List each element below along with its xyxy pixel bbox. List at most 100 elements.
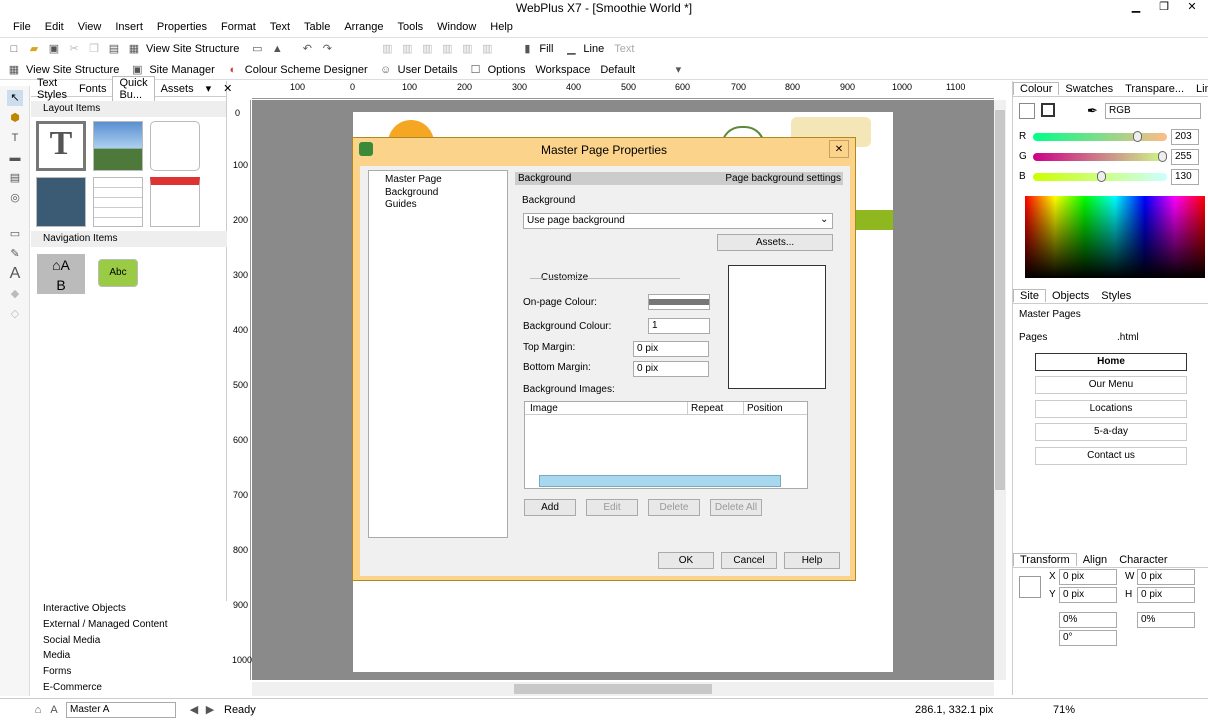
prev-page-icon[interactable]: ◀ [186,702,202,718]
artistic-text-icon[interactable]: A [7,266,23,282]
table-tool-icon[interactable]: ▤ [7,170,23,186]
horizontal-scrollbar[interactable] [252,682,994,696]
close-icon[interactable]: ✕ [217,82,238,95]
table-h-scrollbar[interactable] [539,475,781,487]
menu-tools[interactable]: Tools [390,21,430,33]
minimize-button[interactable]: ▁ [1126,0,1146,13]
tab-line[interactable]: Line [1190,83,1208,95]
colour-scheme-button[interactable]: Colour Scheme Designer [245,64,368,76]
background-select[interactable]: Use page background [523,213,833,229]
tab-character[interactable]: Character [1113,554,1173,566]
tab-objects[interactable]: Objects [1046,290,1095,302]
green-slider-knob[interactable] [1158,151,1167,162]
red-slider[interactable] [1033,131,1167,142]
menu-arrange[interactable]: Arrange [337,21,390,33]
cancel-button[interactable]: Cancel [721,552,777,569]
site-manager-button[interactable]: Site Manager [149,64,214,76]
text-icon[interactable]: A [46,702,62,718]
edit-button[interactable]: Edit [586,499,638,516]
align-icon[interactable]: ▥ [399,41,415,57]
picture-thumb[interactable] [93,121,143,171]
cut-icon[interactable]: ✂ [66,41,82,57]
tree-background[interactable]: Background [385,187,507,200]
fill-tool-icon[interactable]: ◆ [7,286,23,302]
category-interactive-objects[interactable]: Interactive Objects [31,601,227,617]
menu-format[interactable]: Format [214,21,263,33]
text-button[interactable]: Text [614,43,634,55]
navbar-thumb[interactable]: ⌂A B [37,254,85,294]
crop-tool-icon[interactable]: ◇ [7,306,23,322]
workspace-select[interactable]: Default [600,64,660,76]
column-repeat[interactable]: Repeat [687,402,723,415]
y-field[interactable]: 0 pix [1059,587,1117,603]
rotate-field[interactable]: 0° [1059,630,1117,646]
text-frame-thumb[interactable]: T [36,121,86,171]
menu-file[interactable]: File [6,21,38,33]
menu-window[interactable]: Window [430,21,483,33]
nav-button-thumb[interactable]: Abc [98,259,138,287]
table-thumb[interactable] [93,177,143,227]
line-swatch-icon[interactable] [1041,103,1055,117]
chevron-down-icon[interactable]: ⌄ [820,214,828,225]
category-external-content[interactable]: External / Managed Content [31,617,227,633]
menu-properties[interactable]: Properties [150,21,214,33]
tab-fonts[interactable]: Fonts [73,83,113,95]
navigation-items-header[interactable]: Navigation Items [31,231,227,247]
shape-icon[interactable]: ▭ [7,226,23,242]
menu-insert[interactable]: Insert [108,21,150,33]
delete-all-button[interactable]: Delete All [710,499,762,516]
help-button[interactable]: Help [784,552,840,569]
fill-swatch-icon[interactable] [1019,103,1035,119]
tree-guides[interactable]: Guides [385,199,507,212]
blue-slider[interactable] [1033,171,1167,182]
colour-spectrum[interactable] [1025,196,1205,278]
category-media[interactable]: Media [31,648,227,664]
layout-items-header[interactable]: Layout Items [31,101,226,117]
page-home[interactable]: Home [1035,353,1187,371]
home-icon[interactable]: ⌂ [30,702,46,718]
tab-transparency[interactable]: Transpare... [1119,83,1190,95]
node-icon[interactable]: ⬢ [7,110,23,126]
page-locations[interactable]: Locations [1035,400,1187,418]
category-forms[interactable]: Forms [31,664,227,680]
copy-icon[interactable]: ❐ [86,41,102,57]
text-frame-icon[interactable]: T [7,130,23,146]
table-icon[interactable]: ▥ [459,41,475,57]
group-icon[interactable]: ▥ [419,41,435,57]
bottom-margin-field[interactable]: 0 pix [633,361,709,377]
top-margin-field[interactable]: 0 pix [633,341,709,357]
arrange-icon[interactable]: ▥ [379,41,395,57]
vertical-scrollbar[interactable] [994,100,1006,680]
save-icon[interactable]: ▣ [46,41,62,57]
menu-text[interactable]: Text [263,21,297,33]
view-site-structure-button-2[interactable]: View Site Structure [26,64,119,76]
vertical-scroll-thumb[interactable] [995,110,1005,490]
page-our-menu[interactable]: Our Menu [1035,376,1187,394]
category-e-commerce[interactable]: E-Commerce [31,680,227,696]
menu-help[interactable]: Help [483,21,520,33]
maximize-button[interactable]: ❐ [1154,0,1174,13]
page-5-a-day[interactable]: 5-a-day [1035,423,1187,441]
bg-colour-select[interactable]: 1 [648,318,710,334]
bg-images-table[interactable]: Image Repeat Position [524,401,808,489]
blank-frame-thumb[interactable] [150,121,200,171]
tab-quick-builder[interactable]: Quick Bu... [112,76,155,101]
tab-colour[interactable]: Colour [1013,82,1060,95]
green-value[interactable]: 255 [1171,149,1199,165]
master-page-select[interactable]: Master A [66,701,176,718]
tab-swatches[interactable]: Swatches [1059,83,1119,95]
w-field[interactable]: 0 pix [1137,569,1195,585]
column-position[interactable]: Position [743,402,783,415]
tab-site[interactable]: Site [1013,289,1046,302]
tab-align[interactable]: Align [1077,554,1113,566]
menu-table[interactable]: Table [297,21,337,33]
blue-slider-knob[interactable] [1097,171,1106,182]
fill-button[interactable]: Fill [539,43,553,55]
photo-gallery-thumb[interactable] [36,177,86,227]
calendar-thumb[interactable] [150,177,200,227]
chevron-down-icon[interactable]: ▾ [670,62,686,78]
add-button[interactable]: Add [524,499,576,516]
h-field[interactable]: 0 pix [1137,587,1195,603]
chevron-down-icon[interactable]: ▾ [200,82,218,95]
pen-icon[interactable]: ✎ [7,246,23,262]
